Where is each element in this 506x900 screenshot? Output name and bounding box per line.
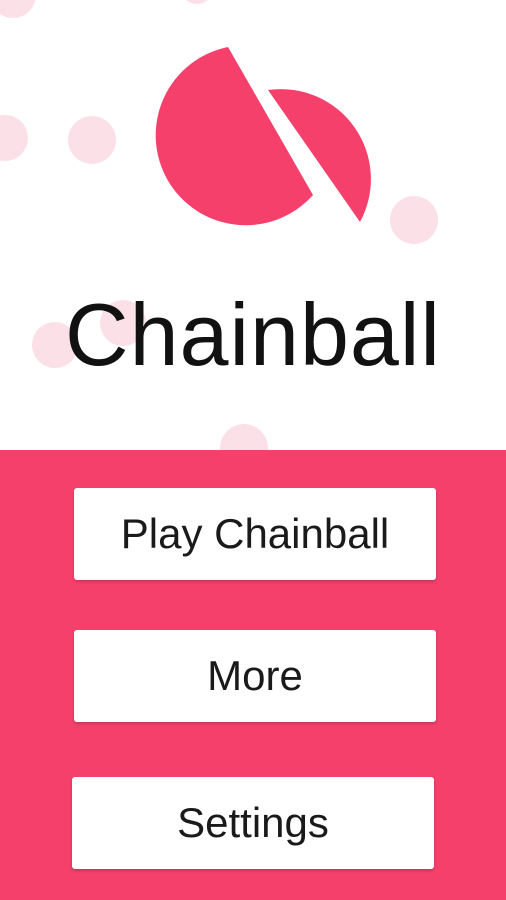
background-bubble <box>390 196 438 244</box>
background-bubble <box>68 116 116 164</box>
background-bubble <box>180 0 214 4</box>
game-title: Chainball <box>65 285 441 384</box>
split-ball-icon <box>155 47 371 226</box>
background-bubble <box>220 424 268 450</box>
background-bubble <box>0 115 28 161</box>
settings-button[interactable]: Settings <box>72 777 434 869</box>
play-button[interactable]: Play Chainball <box>74 488 436 580</box>
main-menu: Play Chainball More Settings <box>0 450 506 900</box>
more-button[interactable]: More <box>74 630 436 722</box>
background-bubble <box>0 0 36 18</box>
title-screen-header: Chainball <box>0 0 506 450</box>
